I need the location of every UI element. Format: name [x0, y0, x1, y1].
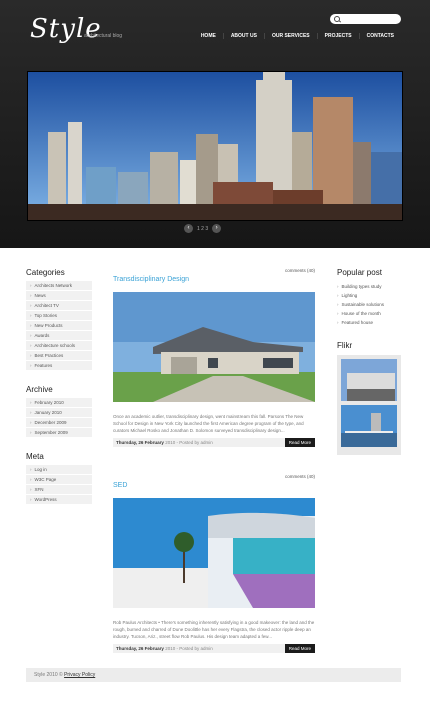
- post-2: SED comments (40) Rob Paulus Architects …: [113, 474, 315, 653]
- post-image[interactable]: [113, 498, 315, 608]
- archive-item[interactable]: January 2010: [26, 408, 92, 418]
- archive-item[interactable]: December 2009: [26, 418, 92, 428]
- slider-pager: ‹ 1 2 3 ›: [184, 224, 222, 233]
- nav-home[interactable]: HOME: [194, 33, 223, 39]
- popular-item[interactable]: Featured house: [337, 318, 401, 327]
- post-1: Transdisciplinary Design comments (40) O…: [113, 268, 315, 447]
- categories-list: Architects Network News Architect TV Top…: [26, 281, 92, 371]
- nav-contacts[interactable]: CONTACTS: [358, 33, 401, 39]
- meta-item[interactable]: XFN: [26, 485, 92, 495]
- post-info: 2010 - Posted by admin: [165, 646, 213, 651]
- meta-item[interactable]: WordPress: [26, 495, 92, 505]
- post-info: 2010 - Posted by admin: [165, 440, 213, 445]
- category-item[interactable]: News: [26, 291, 92, 301]
- hero-slider-image: [27, 71, 403, 221]
- site-logo[interactable]: Style: [30, 14, 102, 44]
- nav-about-us[interactable]: ABOUT US: [222, 33, 264, 39]
- popular-item[interactable]: Building types study: [337, 282, 401, 291]
- meta-title: Meta: [26, 452, 44, 461]
- category-item[interactable]: Architect TV: [26, 301, 92, 311]
- header: Style architectural blog HOME ABOUT US O…: [0, 0, 430, 248]
- post-comments-link[interactable]: comments (40): [285, 474, 315, 479]
- meta-list: Log in W3C Page XFN WordPress: [26, 465, 92, 505]
- category-item[interactable]: Top Stories: [26, 311, 92, 321]
- popular-list: Building types study Lighting Sustainabl…: [337, 282, 401, 327]
- site-tagline: architectural blog: [84, 33, 123, 39]
- read-more-button[interactable]: Read More: [284, 644, 315, 653]
- category-item[interactable]: Features: [26, 361, 92, 371]
- post-date: Thursday, 26 February: [116, 646, 164, 651]
- post-title[interactable]: SED: [113, 482, 127, 489]
- archive-title: Archive: [26, 385, 53, 394]
- left-sidebar: Categories Architects Network News Archi…: [26, 268, 92, 519]
- flikr-title: Flikr: [337, 341, 353, 350]
- flikr-gallery: [337, 355, 401, 455]
- archive-item[interactable]: September 2009: [26, 428, 92, 438]
- flikr-thumbnail[interactable]: [341, 359, 397, 401]
- meta-item[interactable]: W3C Page: [26, 475, 92, 485]
- footer: Style 2010 © Privacy Policy: [26, 668, 401, 682]
- slider-next-button[interactable]: ›: [212, 224, 222, 233]
- search-icon: [334, 16, 340, 22]
- post-excerpt: Rob Paulus Architects • There's somethin…: [113, 620, 315, 639]
- nav-our-services[interactable]: OUR SERVICES: [263, 33, 317, 39]
- category-item[interactable]: Awards: [26, 331, 92, 341]
- slider-prev-button[interactable]: ‹: [184, 224, 193, 233]
- post-date: Thursday, 26 February: [116, 440, 164, 445]
- post-excerpt: Once an academic outlier, transdisciplin…: [113, 414, 304, 433]
- categories-title: Categories: [26, 268, 65, 277]
- privacy-policy-link[interactable]: Privacy Policy: [64, 672, 95, 678]
- post-meta: Thursday, 26 February 2010 - Posted by a…: [113, 438, 315, 447]
- post-image[interactable]: [113, 292, 315, 402]
- category-item[interactable]: Best Practices: [26, 351, 92, 361]
- post-title[interactable]: Transdisciplinary Design: [113, 276, 189, 283]
- right-sidebar: Popular post Building types study Lighti…: [337, 268, 401, 455]
- category-item[interactable]: Architecture schools: [26, 341, 92, 351]
- archive-list: February 2010 January 2010 December 2009…: [26, 398, 92, 438]
- archive-item[interactable]: February 2010: [26, 398, 92, 408]
- post-meta: Thursday, 26 February 2010 - Posted by a…: [113, 644, 315, 653]
- post-comments-link[interactable]: comments (40): [285, 268, 315, 273]
- main-nav: HOME ABOUT US OUR SERVICES PROJECTS CONT…: [194, 33, 401, 39]
- popular-item[interactable]: Sustainable solutions: [337, 300, 401, 309]
- search-input[interactable]: [330, 14, 401, 24]
- popular-title: Popular post: [337, 268, 382, 277]
- popular-item[interactable]: Lighting: [337, 291, 401, 300]
- read-more-button[interactable]: Read More: [284, 438, 315, 447]
- popular-item[interactable]: House of the month: [337, 309, 401, 318]
- footer-copyright: Style 2010 ©: [34, 672, 63, 678]
- nav-projects[interactable]: PROJECTS: [316, 33, 359, 39]
- category-item[interactable]: New Products: [26, 321, 92, 331]
- category-item[interactable]: Architects Network: [26, 281, 92, 291]
- slider-page-numbers[interactable]: 1 2 3: [197, 226, 208, 232]
- flikr-thumbnail[interactable]: [341, 405, 397, 447]
- meta-item[interactable]: Log in: [26, 465, 92, 475]
